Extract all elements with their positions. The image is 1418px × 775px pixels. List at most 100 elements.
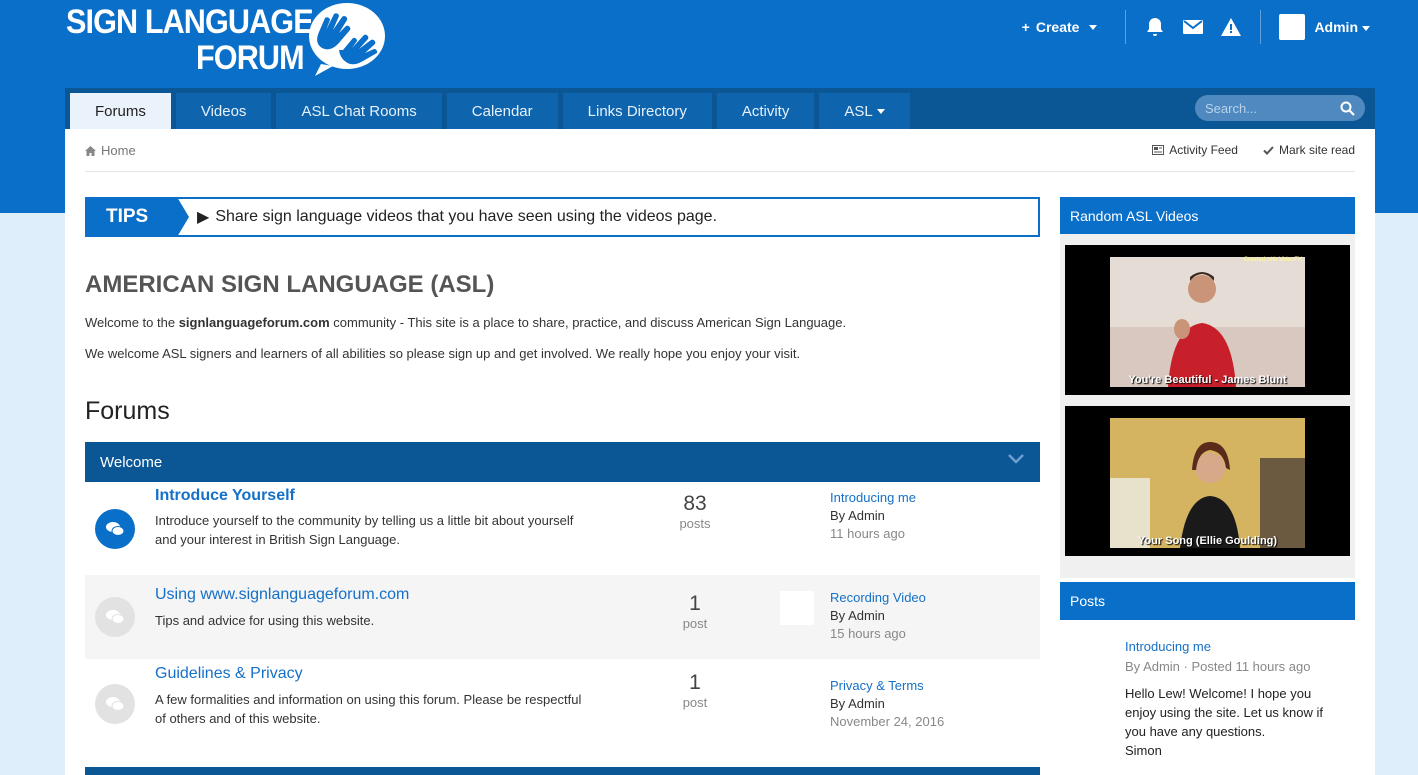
tab-activity[interactable]: Activity [716, 93, 815, 129]
post-count: 1 post [655, 592, 735, 631]
home-icon [85, 145, 96, 156]
last-post: Privacy & Terms By Admin November 24, 20… [830, 677, 944, 731]
mark-site-read-label: Mark site read [1278, 143, 1355, 157]
post-signature: Simon [1125, 743, 1162, 758]
last-post-time: 15 hours ago [830, 626, 906, 641]
post-count-label: post [682, 616, 708, 631]
video-thumbnail[interactable]: Created with VideoFX You're Beautiful - … [1065, 245, 1350, 395]
last-post-time: November 24, 2016 [830, 714, 945, 729]
chevron-down-icon[interactable] [1008, 454, 1024, 464]
post-body: Hello Lew! Welcome! I hope you [1125, 686, 1312, 701]
last-post: Introducing me By Admin 11 hours ago [830, 489, 916, 543]
check-icon [1263, 145, 1274, 155]
last-post-author: By Admin [830, 508, 885, 523]
main-container: Home Activity Feed Mark site read TIPS ▶… [65, 129, 1375, 775]
main-nav: Forums Videos ASL Chat Rooms Calendar Li… [65, 88, 1375, 129]
user-bar: + Create Admin [1022, 10, 1370, 44]
tab-asl[interactable]: ASL [819, 93, 910, 129]
last-post-thumbnail[interactable] [780, 591, 814, 625]
forum-description: Introduce yourself to the community by t… [155, 513, 574, 547]
tab-forums[interactable]: Forums [70, 93, 171, 129]
post-count-number: 1 [689, 592, 701, 615]
post-meta: By Admin · Posted 11 hours ago [1125, 659, 1311, 674]
video-caption: Your Song (Ellie Goulding) [1137, 535, 1278, 547]
intro-text: community - This site is a place to shar… [329, 315, 847, 330]
user-menu[interactable]: Admin [1314, 19, 1370, 35]
warning-icon[interactable] [1221, 17, 1242, 37]
activity-feed-label: Activity Feed [1169, 143, 1238, 157]
search-input[interactable] [1205, 100, 1335, 116]
category-header-welcome[interactable]: Welcome [85, 442, 1040, 482]
tab-asl-label: ASL [844, 102, 873, 120]
post-count: 83 posts [655, 492, 735, 531]
tips-label: TIPS [85, 197, 177, 237]
forum-title[interactable]: Introduce Yourself [155, 487, 295, 505]
forum-row: Guidelines & Privacy A few formalities a… [85, 659, 1040, 745]
chat-bubble-icon [95, 509, 135, 549]
tab-asl-chat-rooms[interactable]: ASL Chat Rooms [276, 93, 442, 129]
create-label: Create [1035, 19, 1080, 35]
post-title[interactable]: Introducing me [1125, 637, 1323, 656]
caret-down-icon [1362, 25, 1370, 31]
last-post-author: By Admin [830, 608, 885, 623]
search-icon[interactable] [1340, 101, 1355, 116]
video-thumbnail[interactable]: Your Song (Ellie Goulding) [1065, 406, 1350, 556]
divider [85, 171, 1355, 172]
forum-description: A few formalities and information on usi… [155, 692, 582, 726]
page-title: AMERICAN SIGN LANGUAGE (ASL) [85, 271, 495, 298]
tab-calendar[interactable]: Calendar [446, 93, 558, 129]
widget-header-posts: Posts [1060, 582, 1355, 620]
forum-title[interactable]: Guidelines & Privacy [155, 665, 303, 683]
envelope-icon[interactable] [1183, 17, 1204, 37]
breadcrumb-home[interactable]: Home [101, 143, 136, 158]
tab-videos[interactable]: Videos [175, 93, 272, 129]
intro-site-name: signlanguageforum.com [178, 315, 330, 330]
video-watermark: Created with VideoFX [1243, 257, 1302, 263]
bell-icon[interactable] [1145, 17, 1165, 37]
chat-bubble-icon [95, 597, 135, 637]
chat-bubble-icon [95, 684, 135, 724]
forum-title[interactable]: Using www.signlanguageforum.com [155, 586, 409, 604]
post-body: you have any questions. [1125, 724, 1266, 739]
video-frame-image [1110, 257, 1305, 387]
last-post-time: 11 hours ago [830, 526, 905, 541]
user-name: Admin [1314, 19, 1358, 35]
user-avatar[interactable] [1279, 14, 1306, 40]
widget-header-videos: Random ASL Videos [1060, 197, 1355, 235]
post-count-label: post [682, 695, 708, 710]
activity-feed-link[interactable]: Activity Feed [1152, 143, 1238, 157]
site-logo[interactable]: SIGN LANGUAGE FORUM [66, 4, 340, 76]
forum-row: Using www.signlanguageforum.com Tips and… [85, 575, 1040, 659]
category-title: Welcome [100, 453, 163, 471]
intro-text: Welcome to the [85, 315, 179, 330]
forum-row: Introduce Yourself Introduce yourself to… [85, 482, 1040, 575]
divider [1125, 10, 1127, 44]
tips-arrow [177, 197, 189, 237]
create-menu[interactable]: + Create [1022, 19, 1098, 35]
divider [1260, 10, 1262, 44]
last-post-title[interactable]: Introducing me [830, 489, 916, 507]
last-post-author: By Admin [830, 696, 885, 711]
plus-icon: + [1021, 19, 1030, 35]
caret-down-icon [1089, 24, 1098, 30]
last-post-title[interactable]: Recording Video [830, 589, 926, 607]
video-frame-image [1110, 418, 1305, 548]
post-count-label: posts [679, 516, 711, 531]
tips-banner: TIPS ▶ Share sign language videos that y… [85, 197, 1040, 237]
mark-site-read-link[interactable]: Mark site read [1263, 143, 1355, 157]
category-header-next[interactable] [85, 767, 1040, 775]
tab-links-directory[interactable]: Links Directory [562, 93, 712, 129]
random-videos-widget: Created with VideoFX You're Beautiful - … [1060, 234, 1355, 578]
intro-paragraph-1: Welcome to the signlanguageforum.com com… [85, 315, 846, 330]
video-caption: You're Beautiful - James Blunt [1128, 374, 1287, 386]
recent-post: Introducing me By Admin · Posted 11 hour… [1125, 637, 1323, 760]
signing-hands-logo-icon [309, 3, 385, 76]
forums-heading: Forums [85, 397, 170, 425]
last-post-title[interactable]: Privacy & Terms [830, 677, 944, 695]
caret-down-icon [876, 108, 885, 114]
post-count: 1 post [655, 671, 735, 710]
last-post: Recording Video By Admin 15 hours ago [830, 589, 926, 643]
forum-description: Tips and advice for using this website. [155, 613, 375, 628]
tips-text: ▶ Share sign language videos that you ha… [197, 207, 717, 227]
post-count-number: 1 [689, 671, 701, 694]
